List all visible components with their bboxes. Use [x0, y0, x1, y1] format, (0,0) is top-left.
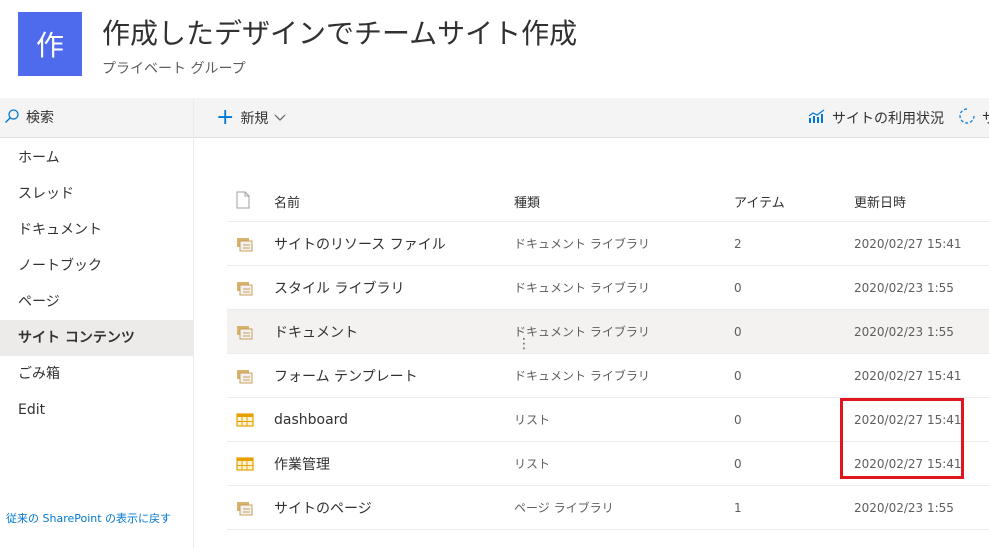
nav-item-edit[interactable]: Edit — [0, 392, 193, 428]
nav-item-pages[interactable]: ページ — [0, 284, 193, 320]
list-icon — [227, 412, 274, 427]
row-type: リスト — [514, 457, 551, 471]
row-items: 0 — [734, 412, 742, 427]
chart-icon — [808, 108, 832, 128]
chevron-down-icon — [274, 110, 286, 126]
row-type: リスト — [514, 413, 551, 427]
nav-item-site-contents[interactable]: サイト コンテンツ — [0, 320, 193, 356]
annotation-highlight-box — [840, 398, 964, 479]
nav-item-documents[interactable]: ドキュメント — [0, 212, 193, 248]
command-bar: + 新規 サイトの利用状況 サ — [194, 98, 989, 138]
row-type: ドキュメント ライブラリ — [514, 237, 650, 251]
list-icon — [227, 456, 274, 471]
site-usage-label: サイトの利用状況 — [832, 111, 944, 127]
row-modified: 2020/02/23 1:55 — [854, 500, 954, 515]
nav-item-conversations[interactable]: スレッド — [0, 176, 193, 212]
row-items: 0 — [734, 324, 742, 339]
table-row[interactable]: サイトのリソース ファイル ドキュメント ライブラリ 2 2020/02/27 … — [227, 222, 989, 266]
row-type: ドキュメント ライブラリ — [514, 325, 650, 339]
table-row[interactable]: サイトのページ ページ ライブラリ 1 2020/02/23 1:55 — [227, 486, 989, 530]
site-privacy-label: プライベート グループ — [102, 61, 246, 77]
row-name[interactable]: サイトのページ — [274, 498, 514, 518]
refresh-icon — [958, 107, 976, 129]
site-workflows-button[interactable]: サ — [958, 98, 989, 138]
table-row[interactable]: スタイル ライブラリ ドキュメント ライブラリ 0 2020/02/23 1:5… — [227, 266, 989, 310]
library-icon — [227, 236, 274, 252]
site-usage-button[interactable]: サイトの利用状況 — [808, 98, 944, 138]
row-type: ドキュメント ライブラリ — [514, 369, 650, 383]
nav-list: ホーム スレッド ドキュメント ノートブック ページ サイト コンテンツ ごみ箱… — [0, 140, 193, 428]
row-type: ドキュメント ライブラリ — [514, 281, 650, 295]
row-name[interactable]: dashboard — [274, 412, 514, 428]
more-options-icon[interactable]: ⋮ — [517, 334, 531, 354]
row-modified: 2020/02/23 1:55 — [854, 324, 954, 339]
nav-item-home[interactable]: ホーム — [0, 140, 193, 176]
row-type: ページ ライブラリ — [514, 501, 614, 515]
row-name[interactable]: 作業管理 — [274, 454, 514, 474]
row-modified: 2020/02/27 15:41 — [854, 236, 962, 251]
row-name[interactable]: ドキュメント ⋮ — [274, 322, 531, 352]
plus-icon: + — [216, 105, 235, 130]
classic-view-link[interactable]: 従来の SharePoint の表示に戻す — [6, 512, 186, 525]
site-workflows-label: サ — [982, 108, 989, 128]
nav-item-recycle-bin[interactable]: ごみ箱 — [0, 356, 193, 392]
items-column-header[interactable]: アイテム — [734, 192, 854, 211]
new-button-label: 新規 — [240, 111, 269, 127]
search-box[interactable] — [0, 98, 193, 138]
library-icon — [227, 280, 274, 296]
search-icon — [4, 108, 20, 128]
new-button[interactable]: + 新規 — [216, 98, 286, 138]
document-icon — [236, 191, 250, 213]
type-column-header[interactable]: 種類 — [514, 192, 734, 211]
row-items: 0 — [734, 368, 742, 383]
row-items: 0 — [734, 456, 742, 471]
row-items: 1 — [734, 500, 742, 515]
row-name[interactable]: スタイル ライブラリ — [274, 278, 514, 298]
nav-item-notebook[interactable]: ノートブック — [0, 248, 193, 284]
row-name[interactable]: サイトのリソース ファイル — [274, 234, 514, 254]
table-header: 名前 種類 アイテム 更新日時 — [227, 182, 989, 222]
table-row[interactable]: フォーム テンプレート ドキュメント ライブラリ 0 2020/02/27 15… — [227, 354, 989, 398]
file-type-header[interactable] — [227, 191, 274, 213]
modified-column-header[interactable]: 更新日時 — [854, 192, 989, 211]
library-icon — [227, 324, 274, 340]
row-items: 2 — [734, 236, 742, 251]
row-modified: 2020/02/23 1:55 — [854, 280, 954, 295]
row-modified: 2020/02/27 15:41 — [854, 368, 962, 383]
name-column-header[interactable]: 名前 — [274, 192, 514, 211]
search-input[interactable] — [26, 109, 186, 126]
library-icon — [227, 368, 274, 384]
site-title[interactable]: 作成したデザインでチームサイト作成 — [102, 12, 577, 52]
site-logo[interactable]: 作 — [18, 12, 82, 76]
row-name[interactable]: フォーム テンプレート — [274, 366, 514, 386]
library-icon — [227, 500, 274, 516]
table-row[interactable]: ドキュメント ⋮ ドキュメント ライブラリ 0 2020/02/23 1:55 — [227, 310, 989, 354]
left-navigation: ホーム スレッド ドキュメント ノートブック ページ サイト コンテンツ ごみ箱… — [0, 98, 194, 548]
site-header: 作 作成したデザインでチームサイト作成 プライベート グループ — [0, 0, 989, 98]
row-name-text[interactable]: ドキュメント — [274, 325, 358, 341]
row-items: 0 — [734, 280, 742, 295]
